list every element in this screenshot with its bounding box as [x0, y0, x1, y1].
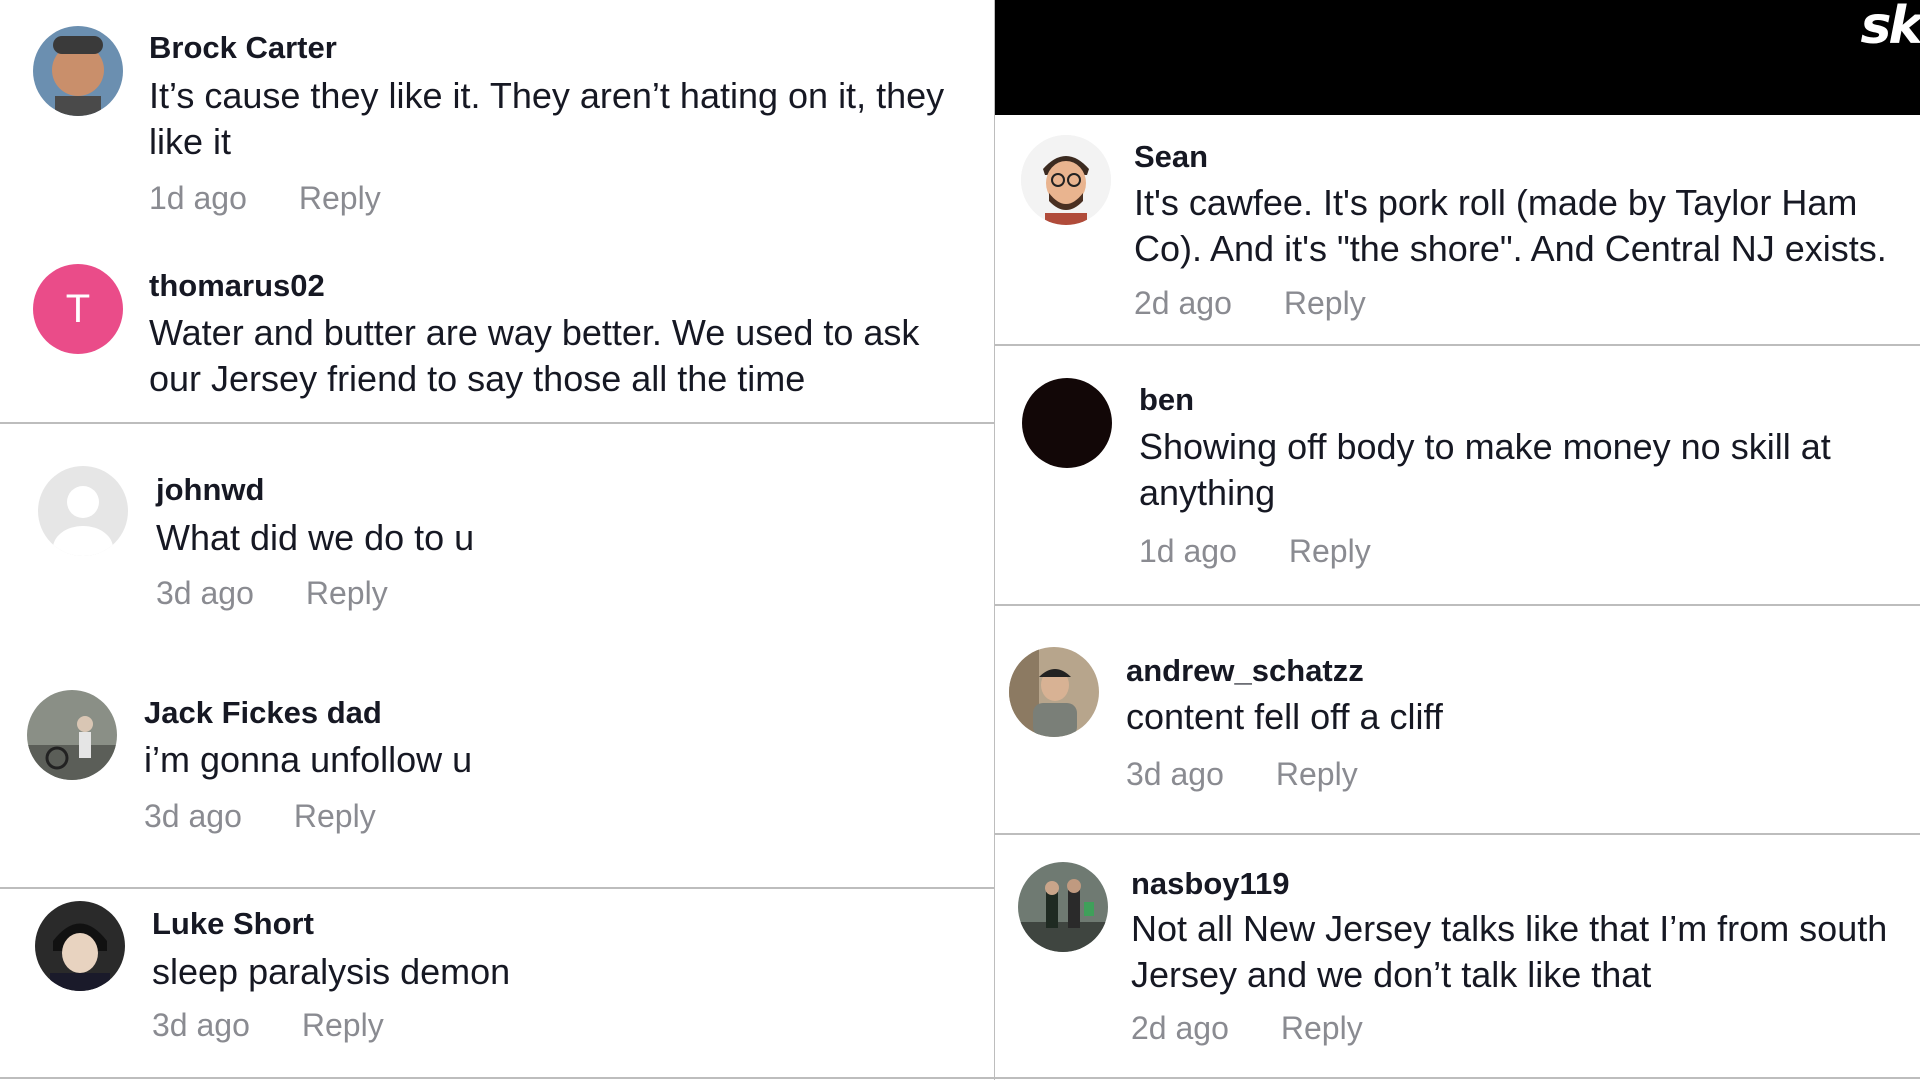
comment-timestamp: 2d ago: [1131, 1010, 1229, 1046]
divider: [0, 887, 994, 889]
comment-meta: 2d ago Reply: [1131, 1010, 1363, 1047]
comment-username[interactable]: Brock Carter: [149, 30, 337, 66]
comment-timestamp: 1d ago: [149, 180, 247, 216]
reply-button[interactable]: Reply: [306, 575, 388, 611]
comment-username[interactable]: johnwd: [156, 472, 264, 508]
comment-meta: 1d ago Reply: [149, 180, 381, 217]
comment-text: Showing off body to make money no skill …: [1139, 426, 1831, 513]
comment-timestamp: 3d ago: [156, 575, 254, 611]
reply-button[interactable]: Reply: [299, 180, 381, 216]
comment-timestamp: 1d ago: [1139, 533, 1237, 569]
sk-logo: sk: [1860, 0, 1920, 56]
comment-meta: 3d ago Reply: [156, 575, 388, 612]
reply-button[interactable]: Reply: [1289, 533, 1371, 569]
divider: [0, 1077, 994, 1079]
user-avatar[interactable]: [1022, 378, 1112, 468]
user-avatar[interactable]: [27, 690, 117, 780]
comment-timestamp: 3d ago: [152, 1007, 250, 1043]
comment-username[interactable]: thomarus02: [149, 268, 325, 304]
right-comments-panel: sk Sean It's cawfee. It's pork roll (mad…: [995, 0, 1920, 1080]
comment-username[interactable]: andrew_schatzz: [1126, 653, 1364, 689]
user-avatar[interactable]: [35, 901, 125, 991]
divider: [995, 833, 1920, 835]
comment-username[interactable]: Jack Fickes dad: [144, 695, 382, 731]
user-avatar[interactable]: [1009, 647, 1099, 737]
top-banner: sk: [995, 0, 1920, 115]
reply-button[interactable]: Reply: [294, 798, 376, 834]
comment-meta: 1d ago Reply: [1139, 533, 1371, 570]
comment-text: It’s cause they like it. They aren’t hat…: [149, 75, 945, 162]
reply-button[interactable]: Reply: [302, 1007, 384, 1043]
user-avatar[interactable]: [1018, 862, 1108, 952]
reply-button[interactable]: Reply: [1276, 756, 1358, 792]
comment-meta: 3d ago Reply: [1126, 756, 1358, 793]
comment-text: What did we do to u: [156, 517, 475, 558]
comment-username[interactable]: ben: [1139, 382, 1194, 418]
comment-meta: 3d ago Reply: [152, 1007, 384, 1044]
left-comments-panel: Brock Carter It’s cause they like it. Th…: [0, 0, 995, 1080]
reply-button[interactable]: Reply: [1281, 1010, 1363, 1046]
comment-text: i’m gonna unfollow u: [144, 739, 473, 780]
comment-text: It's cawfee. It's pork roll (made by Tay…: [1134, 182, 1887, 269]
comment-text: content fell off a cliff: [1126, 696, 1443, 737]
divider: [995, 604, 1920, 606]
user-avatar[interactable]: T: [33, 264, 123, 354]
divider: [995, 344, 1920, 346]
default-avatar-icon[interactable]: [38, 466, 128, 556]
comment-username[interactable]: Sean: [1134, 139, 1208, 175]
comment-username[interactable]: Luke Short: [152, 906, 314, 942]
divider: [995, 1077, 1920, 1079]
comment-text: Water and butter are way better. We used…: [149, 312, 920, 399]
comment-meta: 3d ago Reply: [144, 798, 376, 835]
user-avatar[interactable]: [33, 26, 123, 116]
comment-text: Not all New Jersey talks like that I’m f…: [1131, 908, 1888, 995]
user-avatar[interactable]: [1021, 135, 1111, 225]
comment-timestamp: 3d ago: [1126, 756, 1224, 792]
comment-meta: 2d ago Reply: [1134, 285, 1366, 322]
comment-timestamp: 2d ago: [1134, 285, 1232, 321]
divider: [0, 422, 994, 424]
avatar-letter: T: [65, 287, 91, 331]
reply-button[interactable]: Reply: [1284, 285, 1366, 321]
comment-timestamp: 3d ago: [144, 798, 242, 834]
comment-text: sleep paralysis demon: [152, 951, 511, 992]
comment-username[interactable]: nasboy119: [1131, 866, 1290, 902]
